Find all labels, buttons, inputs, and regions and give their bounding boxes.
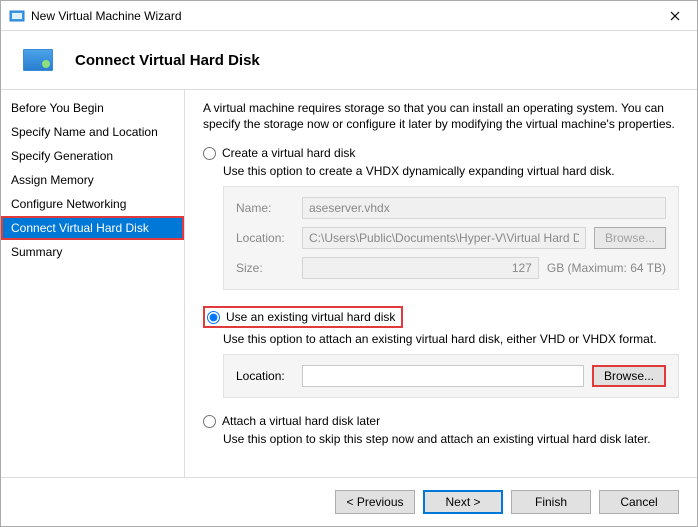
option-attach-later: Attach a virtual hard disk later Use thi… <box>203 414 679 446</box>
finish-button[interactable]: Finish <box>511 490 591 514</box>
existing-location-field[interactable] <box>302 365 584 387</box>
wizard-content: A virtual machine requires storage so th… <box>185 90 697 477</box>
next-button[interactable]: Next > <box>423 490 503 514</box>
step-specify-name[interactable]: Specify Name and Location <box>1 120 184 144</box>
option-existing-desc: Use this option to attach an existing vi… <box>223 332 679 346</box>
radio-later[interactable] <box>203 415 216 428</box>
create-size-suffix: GB (Maximum: 64 TB) <box>547 261 666 275</box>
intro-text: A virtual machine requires storage so th… <box>203 100 679 132</box>
titlebar: New Virtual Machine Wizard <box>1 1 697 31</box>
option-create-vhd: Create a virtual hard disk Use this opti… <box>203 146 679 290</box>
wizard-window: New Virtual Machine Wizard Connect Virtu… <box>0 0 698 527</box>
step-specify-generation[interactable]: Specify Generation <box>1 144 184 168</box>
existing-location-label: Location: <box>236 369 294 383</box>
option-later-head[interactable]: Attach a virtual hard disk later <box>203 414 679 428</box>
page-title: Connect Virtual Hard Disk <box>75 52 260 69</box>
option-create-desc: Use this option to create a VHDX dynamic… <box>223 164 679 178</box>
step-assign-memory[interactable]: Assign Memory <box>1 168 184 192</box>
cancel-button[interactable]: Cancel <box>599 490 679 514</box>
wizard-icon <box>23 49 53 71</box>
existing-panel: Location: Browse... <box>223 354 679 398</box>
wizard-body: Before You Begin Specify Name and Locati… <box>1 89 697 477</box>
option-create-label: Create a virtual hard disk <box>222 146 355 160</box>
wizard-steps: Before You Begin Specify Name and Locati… <box>1 90 185 477</box>
create-name-field <box>302 197 666 219</box>
step-connect-vhd[interactable]: Connect Virtual Hard Disk <box>1 216 184 240</box>
app-icon <box>9 8 25 24</box>
previous-button[interactable]: < Previous <box>335 490 415 514</box>
existing-browse-button[interactable]: Browse... <box>592 365 666 387</box>
option-existing-head[interactable]: Use an existing virtual hard disk <box>203 306 403 328</box>
create-location-field <box>302 227 586 249</box>
option-later-label: Attach a virtual hard disk later <box>222 414 380 428</box>
option-later-desc: Use this option to skip this step now an… <box>223 432 679 446</box>
step-summary[interactable]: Summary <box>1 240 184 264</box>
radio-existing[interactable] <box>207 311 220 324</box>
window-title: New Virtual Machine Wizard <box>31 9 652 23</box>
step-configure-networking[interactable]: Configure Networking <box>1 192 184 216</box>
wizard-footer: < Previous Next > Finish Cancel <box>1 477 697 526</box>
option-existing-label: Use an existing virtual hard disk <box>226 310 395 324</box>
create-name-label: Name: <box>236 201 294 215</box>
create-panel: Name: Location: Browse... Size: GB (Maxi… <box>223 186 679 290</box>
close-button[interactable] <box>652 1 697 31</box>
create-location-label: Location: <box>236 231 294 245</box>
option-create-head[interactable]: Create a virtual hard disk <box>203 146 679 160</box>
create-browse-button: Browse... <box>594 227 666 249</box>
create-size-label: Size: <box>236 261 294 275</box>
option-existing-vhd: Use an existing virtual hard disk Use th… <box>203 306 679 398</box>
step-before-you-begin[interactable]: Before You Begin <box>1 96 184 120</box>
radio-create[interactable] <box>203 147 216 160</box>
wizard-header: Connect Virtual Hard Disk <box>1 31 697 89</box>
create-size-field <box>302 257 539 279</box>
